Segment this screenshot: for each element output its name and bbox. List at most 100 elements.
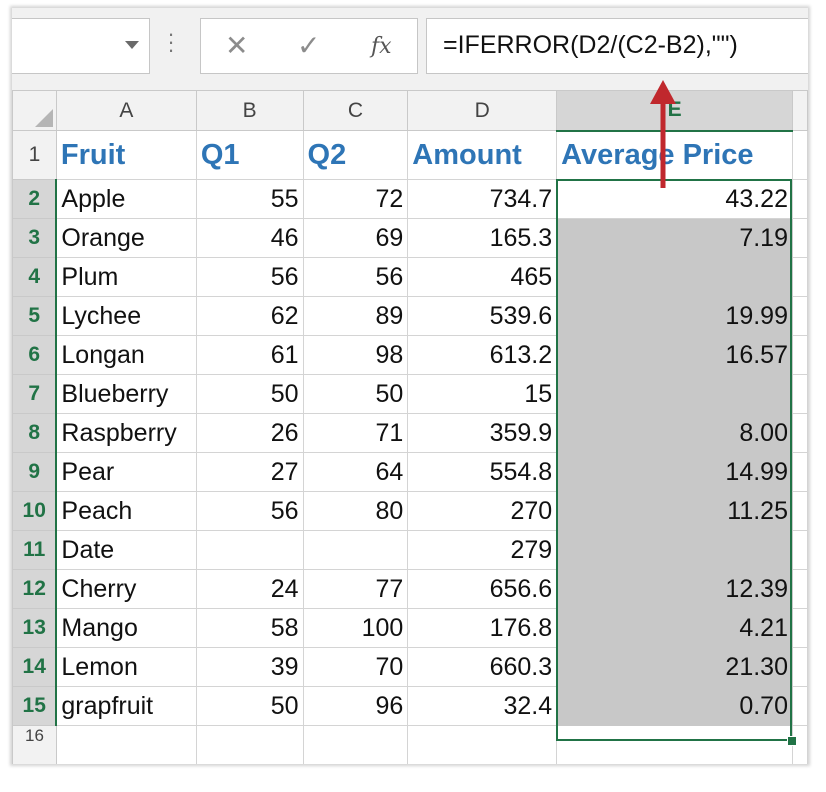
- cell-q2[interactable]: 69: [302, 218, 409, 258]
- row-header[interactable]: 1: [12, 130, 57, 180]
- cell-fruit[interactable]: Cherry: [55, 569, 197, 609]
- cell-average-price[interactable]: 11.25: [556, 491, 793, 531]
- cell-fruit[interactable]: Apple: [55, 179, 197, 219]
- cell[interactable]: [55, 725, 197, 764]
- cell-amount[interactable]: 279: [407, 530, 558, 570]
- cell-amount[interactable]: 734.7: [407, 179, 558, 219]
- cell-q1[interactable]: 24: [195, 569, 304, 609]
- cell-q2[interactable]: 96: [302, 686, 409, 726]
- cell-q2[interactable]: 77: [302, 569, 409, 609]
- cell[interactable]: [195, 725, 304, 764]
- cell-q2[interactable]: 100: [302, 608, 409, 648]
- insert-function-icon[interactable]: fx: [371, 34, 392, 59]
- column-header-d[interactable]: D: [407, 90, 558, 131]
- cell-q2[interactable]: 80: [302, 491, 409, 531]
- cell-q2[interactable]: 89: [302, 296, 409, 336]
- cell-q1[interactable]: 61: [195, 335, 304, 375]
- more-options-icon[interactable]: · · ·: [167, 23, 175, 61]
- cell-q1[interactable]: 27: [195, 452, 304, 492]
- cell-fruit[interactable]: Blueberry: [55, 374, 197, 414]
- row-header[interactable]: 7: [12, 374, 58, 414]
- cancel-icon[interactable]: ✕: [225, 29, 248, 62]
- cell[interactable]: [791, 179, 808, 219]
- cell-amount[interactable]: 554.8: [407, 452, 558, 492]
- cell-amount[interactable]: 359.9: [407, 413, 558, 453]
- row-header[interactable]: 12: [12, 569, 58, 609]
- cell-average-price[interactable]: 0.70: [556, 686, 793, 726]
- cell[interactable]: [791, 413, 808, 453]
- cell-fruit[interactable]: Plum: [55, 257, 197, 297]
- cell-q1[interactable]: 46: [195, 218, 304, 258]
- cell-fruit[interactable]: grapfruit: [55, 686, 197, 726]
- cell-q1[interactable]: 58: [195, 608, 304, 648]
- cell-average-price[interactable]: [556, 530, 793, 570]
- cell-q2[interactable]: 98: [302, 335, 409, 375]
- chevron-down-icon[interactable]: [125, 41, 139, 49]
- cell-amount[interactable]: 176.8: [407, 608, 558, 648]
- cell-q2[interactable]: 72: [302, 179, 409, 219]
- cell-fruit[interactable]: Longan: [55, 335, 197, 375]
- fill-handle[interactable]: [787, 736, 797, 746]
- cell[interactable]: [791, 374, 808, 414]
- cell[interactable]: [791, 608, 808, 648]
- row-header[interactable]: 2: [12, 179, 58, 219]
- cell[interactable]: [791, 491, 808, 531]
- cell-q1[interactable]: 62: [195, 296, 304, 336]
- cell-q1[interactable]: 56: [195, 257, 304, 297]
- cell[interactable]: [791, 257, 808, 297]
- column-header-f[interactable]: [791, 90, 808, 131]
- cell-amount[interactable]: 165.3: [407, 218, 558, 258]
- header-average-price[interactable]: Average Price: [556, 130, 793, 180]
- cell-average-price[interactable]: 19.99: [556, 296, 793, 336]
- cell-amount[interactable]: 539.6: [407, 296, 558, 336]
- cell-q1[interactable]: [195, 530, 304, 570]
- row-header[interactable]: 11: [12, 530, 58, 570]
- cell-average-price[interactable]: 16.57: [556, 335, 793, 375]
- cell-fruit[interactable]: Lychee: [55, 296, 197, 336]
- header-q2[interactable]: Q2: [302, 130, 409, 180]
- cell-amount[interactable]: 613.2: [407, 335, 558, 375]
- row-header[interactable]: 9: [12, 452, 58, 492]
- cell-average-price[interactable]: 12.39: [556, 569, 793, 609]
- name-box[interactable]: [12, 18, 150, 74]
- cell-average-price[interactable]: 43.22: [556, 179, 793, 219]
- cell[interactable]: [407, 725, 558, 764]
- cell-average-price[interactable]: 21.30: [556, 647, 793, 687]
- row-header[interactable]: 3: [12, 218, 58, 258]
- cell-amount[interactable]: 15: [407, 374, 558, 414]
- cell-fruit[interactable]: Mango: [55, 608, 197, 648]
- row-header[interactable]: 5: [12, 296, 58, 336]
- cell-amount[interactable]: 32.4: [407, 686, 558, 726]
- cell-amount[interactable]: 270: [407, 491, 558, 531]
- cell-q2[interactable]: 50: [302, 374, 409, 414]
- cell-fruit[interactable]: Raspberry: [55, 413, 197, 453]
- cell[interactable]: [791, 647, 808, 687]
- enter-icon[interactable]: ✓: [297, 29, 320, 62]
- cell-amount[interactable]: 660.3: [407, 647, 558, 687]
- cell[interactable]: [791, 452, 808, 492]
- cell-q1[interactable]: 55: [195, 179, 304, 219]
- cell[interactable]: [791, 569, 808, 609]
- cell-q1[interactable]: 50: [195, 374, 304, 414]
- cell-amount[interactable]: 656.6: [407, 569, 558, 609]
- column-header-c[interactable]: C: [302, 90, 409, 131]
- cell[interactable]: [791, 130, 808, 180]
- cell-q1[interactable]: 39: [195, 647, 304, 687]
- select-all-button[interactable]: [12, 90, 57, 131]
- cell[interactable]: [791, 218, 808, 258]
- cell-q1[interactable]: 26: [195, 413, 304, 453]
- cell[interactable]: [302, 725, 409, 764]
- cell-amount[interactable]: 465: [407, 257, 558, 297]
- cell-q2[interactable]: 71: [302, 413, 409, 453]
- cell-q2[interactable]: 56: [302, 257, 409, 297]
- cell-average-price[interactable]: 8.00: [556, 413, 793, 453]
- row-header[interactable]: 8: [12, 413, 58, 453]
- row-header[interactable]: 10: [12, 491, 58, 531]
- cell-fruit[interactable]: Date: [55, 530, 197, 570]
- cell[interactable]: [791, 530, 808, 570]
- cell-average-price[interactable]: [556, 257, 793, 297]
- cell-average-price[interactable]: 14.99: [556, 452, 793, 492]
- cell[interactable]: [791, 686, 808, 726]
- cell-fruit[interactable]: Orange: [55, 218, 197, 258]
- row-header[interactable]: 14: [12, 647, 58, 687]
